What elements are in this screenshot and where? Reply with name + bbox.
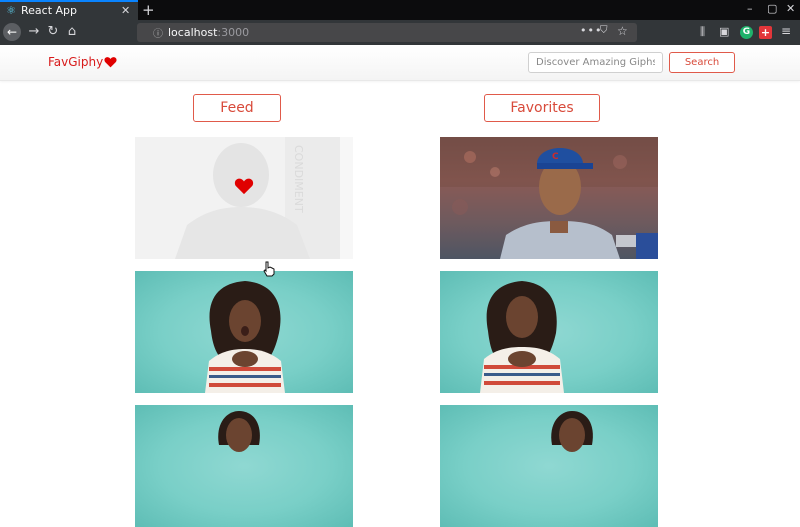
svg-text:C: C: [552, 152, 559, 162]
heart-icon[interactable]: [234, 177, 254, 195]
menu-icon[interactable]: ≡: [781, 24, 791, 38]
browser-tab-bar: ⚛ React App ✕ + – ▢ ✕: [0, 0, 800, 20]
home-icon[interactable]: ⌂: [63, 23, 81, 41]
woman-gif-image: [551, 411, 593, 452]
url-text: localhost:3000: [168, 26, 250, 39]
url-bar[interactable]: ⓘ localhost:3000 ••• ⛉ ☆: [137, 23, 637, 42]
baseball-player-image: C: [440, 137, 658, 259]
feed-gif-item[interactable]: [135, 271, 353, 393]
feed-button[interactable]: Feed: [193, 94, 281, 122]
favorite-gif-item[interactable]: C: [440, 137, 658, 259]
feed-gif-item[interactable]: [135, 405, 353, 527]
search-button[interactable]: Search: [669, 52, 735, 73]
woman-gif-image: [480, 281, 564, 393]
app-header: FavGiphy Search: [0, 45, 800, 81]
search-input[interactable]: [528, 52, 663, 73]
heart-icon: [104, 57, 117, 68]
tab-close-icon[interactable]: ✕: [121, 4, 130, 17]
tab-title: React App: [21, 4, 78, 17]
close-window-icon[interactable]: ✕: [786, 2, 795, 15]
browser-toolbar: ← → ↻ ⌂ ⓘ localhost:3000 ••• ⛉ ☆ ⫼ ▣ G +…: [0, 20, 800, 45]
bookmark-star-icon[interactable]: ☆: [617, 24, 628, 38]
hand-cursor-icon: [263, 261, 275, 277]
maximize-icon[interactable]: ▢: [767, 2, 777, 15]
react-icon: ⚛: [6, 4, 16, 17]
extension-icon[interactable]: +: [759, 26, 772, 39]
favorites-button[interactable]: Favorites: [484, 94, 600, 122]
library-icon[interactable]: ⫼: [700, 25, 705, 39]
woman-gif-image: [205, 281, 285, 393]
site-info-icon[interactable]: ⓘ: [153, 25, 163, 40]
sidebar-icon[interactable]: ▣: [719, 25, 729, 38]
feed-gif-item[interactable]: CONDIMENT: [135, 137, 353, 259]
brand-title[interactable]: FavGiphy: [48, 55, 103, 69]
faded-portrait-image: CONDIMENT: [135, 137, 353, 259]
browser-tab[interactable]: ⚛ React App ✕: [0, 0, 138, 20]
forward-button[interactable]: →: [25, 23, 43, 41]
minimize-icon[interactable]: –: [747, 2, 753, 15]
pocket-icon[interactable]: ⛉: [600, 25, 608, 36]
new-tab-button[interactable]: +: [142, 0, 155, 20]
woman-gif-image: [218, 411, 260, 452]
grammarly-extension-icon[interactable]: G: [740, 26, 753, 39]
favorite-gif-item[interactable]: [440, 405, 658, 527]
favorite-gif-item[interactable]: [440, 271, 658, 393]
svg-text:CONDIMENT: CONDIMENT: [292, 145, 305, 213]
reload-button[interactable]: ↻: [44, 23, 62, 41]
back-button[interactable]: ←: [3, 23, 21, 41]
